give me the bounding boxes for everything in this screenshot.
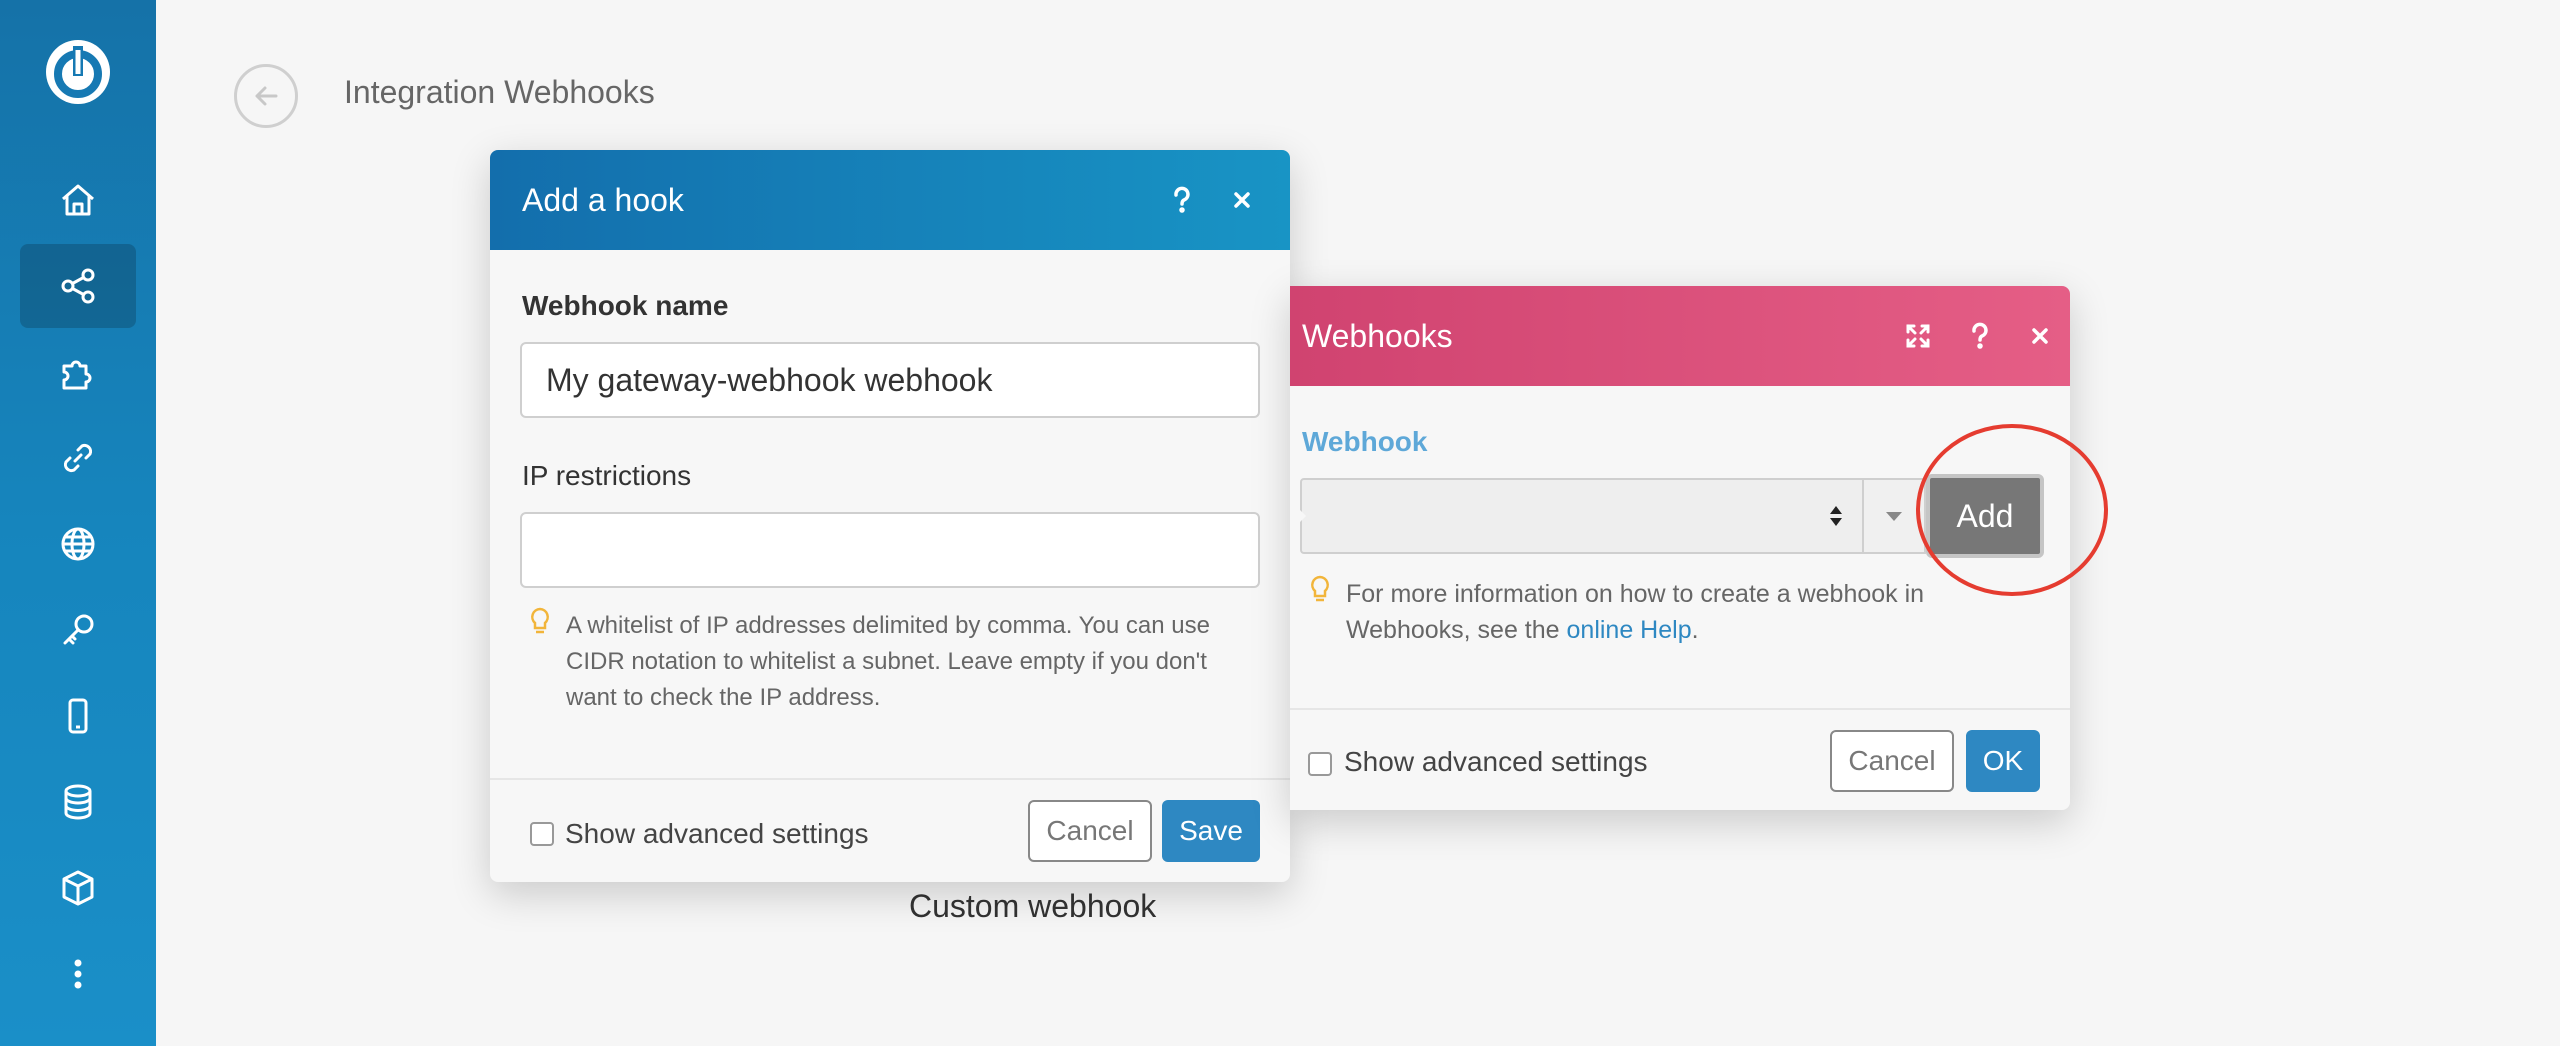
sidebar-item-connections[interactable] [20,416,136,500]
puzzle-icon [62,360,92,390]
close-icon [1234,192,1250,208]
sidebar-item-scenarios[interactable] [20,244,136,328]
sidebar [0,0,156,1046]
home-icon [62,184,94,216]
arrow-left-icon [255,86,278,106]
webhook-field-label: Webhook [1302,426,1428,457]
expand-icon [1906,324,1930,348]
dialog-header: Webhooks [1290,286,2070,386]
page-title: Integration Webhooks [344,74,655,110]
database-icon [64,784,92,820]
online-help-link[interactable]: online Help [1567,616,1692,644]
sidebar-item-home[interactable] [20,158,136,242]
footer-divider [1290,708,2070,710]
help-button[interactable] [1960,286,2000,386]
link-icon [63,443,93,473]
app-logo[interactable] [42,36,114,108]
sidebar-item-more[interactable] [20,932,136,1016]
highlight-annotation [1916,424,2108,596]
globe-icon [61,527,95,561]
webhook-name-label: Webhook name [522,290,729,321]
dialog-header: Add a hook [490,150,1290,250]
help-button[interactable] [1162,150,1202,250]
mobile-icon [68,698,88,734]
close-button[interactable] [2020,286,2060,386]
webhook-select[interactable] [1300,478,1864,554]
sort-arrows-icon [1830,506,1842,526]
ip-restrictions-input[interactable] [520,512,1260,588]
share-icon [61,268,95,304]
advanced-settings-checkbox[interactable] [1308,752,1332,776]
sidebar-item-apps[interactable] [20,330,136,414]
close-button[interactable] [1222,150,1262,250]
sidebar-item-keys[interactable] [20,588,136,672]
sidebar-item-webhooks[interactable] [20,502,136,586]
caret-down-icon [1886,512,1902,521]
ip-restrictions-hint: A whitelist of IP addresses delimited by… [566,612,1210,711]
back-button[interactable] [234,64,298,128]
module-label: Custom webhook [909,888,1157,924]
save-button[interactable]: Save [1162,800,1260,862]
cube-icon [62,870,94,906]
sidebar-item-datastores[interactable] [20,760,136,844]
lightbulb-icon [1311,575,1329,602]
advanced-settings-label[interactable]: Show advanced settings [1344,746,1648,778]
question-icon [1972,322,1988,349]
ok-button[interactable]: OK [1966,730,2040,792]
advanced-settings-label[interactable]: Show advanced settings [565,818,869,850]
footer-divider [490,778,1290,780]
add-hook-dialog: Add a hook Webhook name My gateway-webho… [490,150,1290,882]
dialog-title: Webhooks [1302,317,1453,354]
key-icon [63,614,94,645]
lightbulb-icon [531,607,549,634]
webhook-help-hint: For more information on how to create a … [1346,580,1925,644]
expand-button[interactable] [1898,286,1938,386]
cancel-button[interactable]: Cancel [1028,800,1152,862]
advanced-settings-checkbox[interactable] [530,822,554,846]
more-vertical-icon [74,959,82,989]
ip-restrictions-label: IP restrictions [522,460,692,491]
dialog-pointer [1290,500,1306,532]
webhook-name-input[interactable]: My gateway-webhook webhook [520,342,1260,418]
dialog-title: Add a hook [522,181,684,218]
question-icon [1174,186,1190,213]
cancel-button[interactable]: Cancel [1830,730,1954,792]
sidebar-item-structures[interactable] [20,846,136,930]
close-icon [2032,328,2048,344]
sidebar-item-devices[interactable] [20,674,136,758]
